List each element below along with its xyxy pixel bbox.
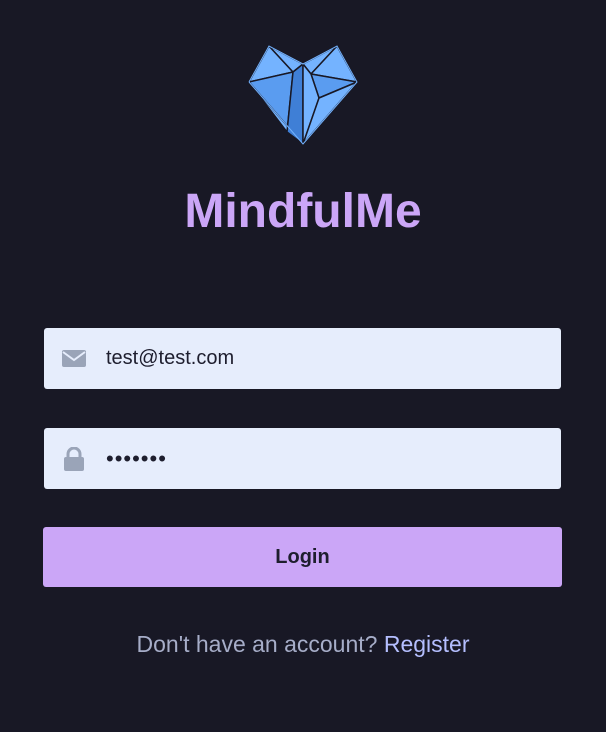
- envelope-icon: [62, 349, 86, 367]
- email-input[interactable]: [106, 328, 546, 389]
- register-prompt-text: Don't have an account?: [136, 631, 378, 657]
- lock-icon: [64, 446, 84, 471]
- password-field[interactable]: [44, 428, 561, 489]
- email-field[interactable]: [44, 328, 561, 389]
- register-link[interactable]: Register: [384, 631, 470, 657]
- app-title: MindfulMe: [184, 185, 422, 238]
- geometric-heart-icon: [248, 45, 358, 145]
- login-button[interactable]: Login: [43, 527, 562, 587]
- register-prompt: Don't have an account? Register: [0, 630, 606, 658]
- password-input[interactable]: [106, 428, 546, 489]
